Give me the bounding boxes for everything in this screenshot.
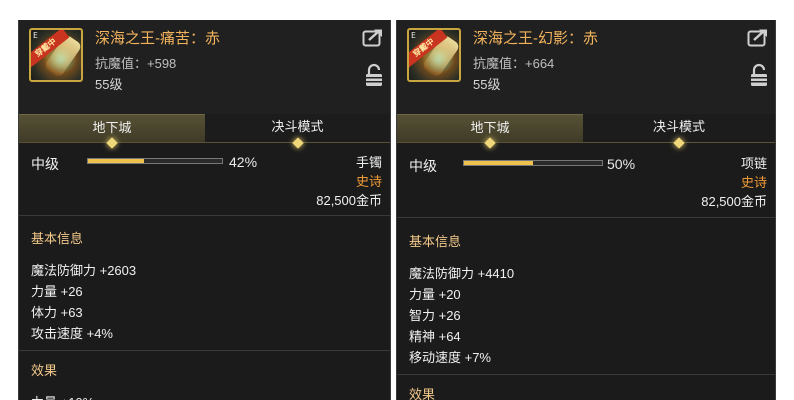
item-icon-corner-label: E	[411, 31, 416, 40]
grade-progress-bar	[463, 160, 603, 166]
tooltip-header: 穿戴中 E 深海之王-幻影：赤 抗魔值：+664 55级	[397, 20, 775, 114]
tab-label: 地下城	[92, 120, 132, 135]
divider	[397, 217, 775, 218]
tooltip-header: 穿戴中 E 深海之王-痛苦：赤 抗魔值：+598 55级	[19, 20, 390, 114]
item-tooltip-panel-right: 穿戴中 E 深海之王-幻影：赤 抗魔值：+664 55级 地下城 决斗模式 中级	[396, 20, 776, 400]
mode-tabs: 地下城 决斗模式	[19, 114, 390, 149]
tab-indicator-diamond-icon	[106, 137, 118, 149]
share-icon[interactable]	[747, 27, 769, 47]
item-name: 深海之王-痛苦：赤	[95, 30, 220, 47]
divider	[19, 215, 390, 216]
grade-progress-fill	[88, 159, 145, 163]
item-icon[interactable]: 穿戴中 E	[29, 28, 83, 82]
stat-line: 魔法防御力 +4410	[409, 266, 515, 281]
section-effect: 效果	[409, 387, 436, 400]
stat-line: 力量 +20	[409, 287, 461, 302]
section-effect: 效果	[31, 363, 58, 378]
stat-line: 移动速度 +7%	[409, 350, 491, 365]
lock-icon[interactable]	[364, 63, 384, 87]
tab-indicator-diamond-icon	[673, 137, 685, 149]
tab-dungeon[interactable]: 地下城	[19, 114, 205, 149]
stat-line: 攻击速度 +4%	[31, 326, 113, 341]
grade-label: 中级	[31, 156, 59, 172]
item-tooltip-panel-left: 穿戴中 E 深海之王-痛苦：赤 抗魔值：+598 55级 地下城 决斗模式 中级	[18, 20, 391, 400]
share-icon[interactable]	[362, 27, 384, 47]
item-rarity: 史诗	[355, 174, 382, 189]
item-icon[interactable]: 穿戴中 E	[407, 28, 461, 82]
tab-label: 地下城	[470, 120, 510, 135]
mode-tabs: 地下城 决斗模式	[397, 114, 775, 149]
tab-pvp[interactable]: 决斗模式	[583, 114, 775, 149]
section-basic-info: 基本信息	[409, 234, 462, 249]
resist-value: 抗魔值：+598	[95, 56, 177, 71]
tab-label: 决斗模式	[652, 119, 705, 134]
divider	[19, 350, 390, 351]
item-name: 深海之王-幻影：赤	[473, 30, 598, 47]
grade-progress-fill	[464, 161, 533, 165]
item-slot: 项链	[740, 156, 767, 171]
tab-dungeon[interactable]: 地下城	[397, 114, 583, 149]
tab-pvp[interactable]: 决斗模式	[205, 114, 390, 149]
item-level: 55级	[473, 77, 501, 92]
divider	[397, 374, 775, 375]
grade-progress-bar	[87, 158, 223, 164]
item-level: 55级	[95, 77, 123, 92]
stat-line: 体力 +63	[31, 305, 83, 320]
lock-icon[interactable]	[749, 63, 769, 87]
resist-value: 抗魔值：+664	[473, 56, 555, 71]
stat-line: 力量 +26	[31, 284, 83, 299]
item-rarity: 史诗	[740, 175, 767, 190]
tab-indicator-diamond-icon	[484, 137, 496, 149]
grade-percent: 42%	[229, 154, 258, 170]
section-basic-info: 基本信息	[31, 231, 84, 246]
item-price: 82,500金币	[701, 194, 767, 209]
item-slot: 手镯	[355, 155, 382, 170]
item-icon-corner-label: E	[33, 31, 38, 40]
tab-label: 决斗模式	[271, 119, 324, 134]
grade-percent: 50%	[607, 156, 636, 172]
stat-line: 智力 +26	[409, 308, 461, 323]
grade-label: 中级	[409, 158, 437, 174]
tab-indicator-diamond-icon	[291, 137, 304, 149]
stat-line: 精神 +64	[409, 329, 461, 344]
item-price: 82,500金币	[316, 193, 382, 208]
stat-line: 力量 +10%	[31, 392, 94, 400]
stat-line: 魔法防御力 +2603	[31, 263, 137, 278]
